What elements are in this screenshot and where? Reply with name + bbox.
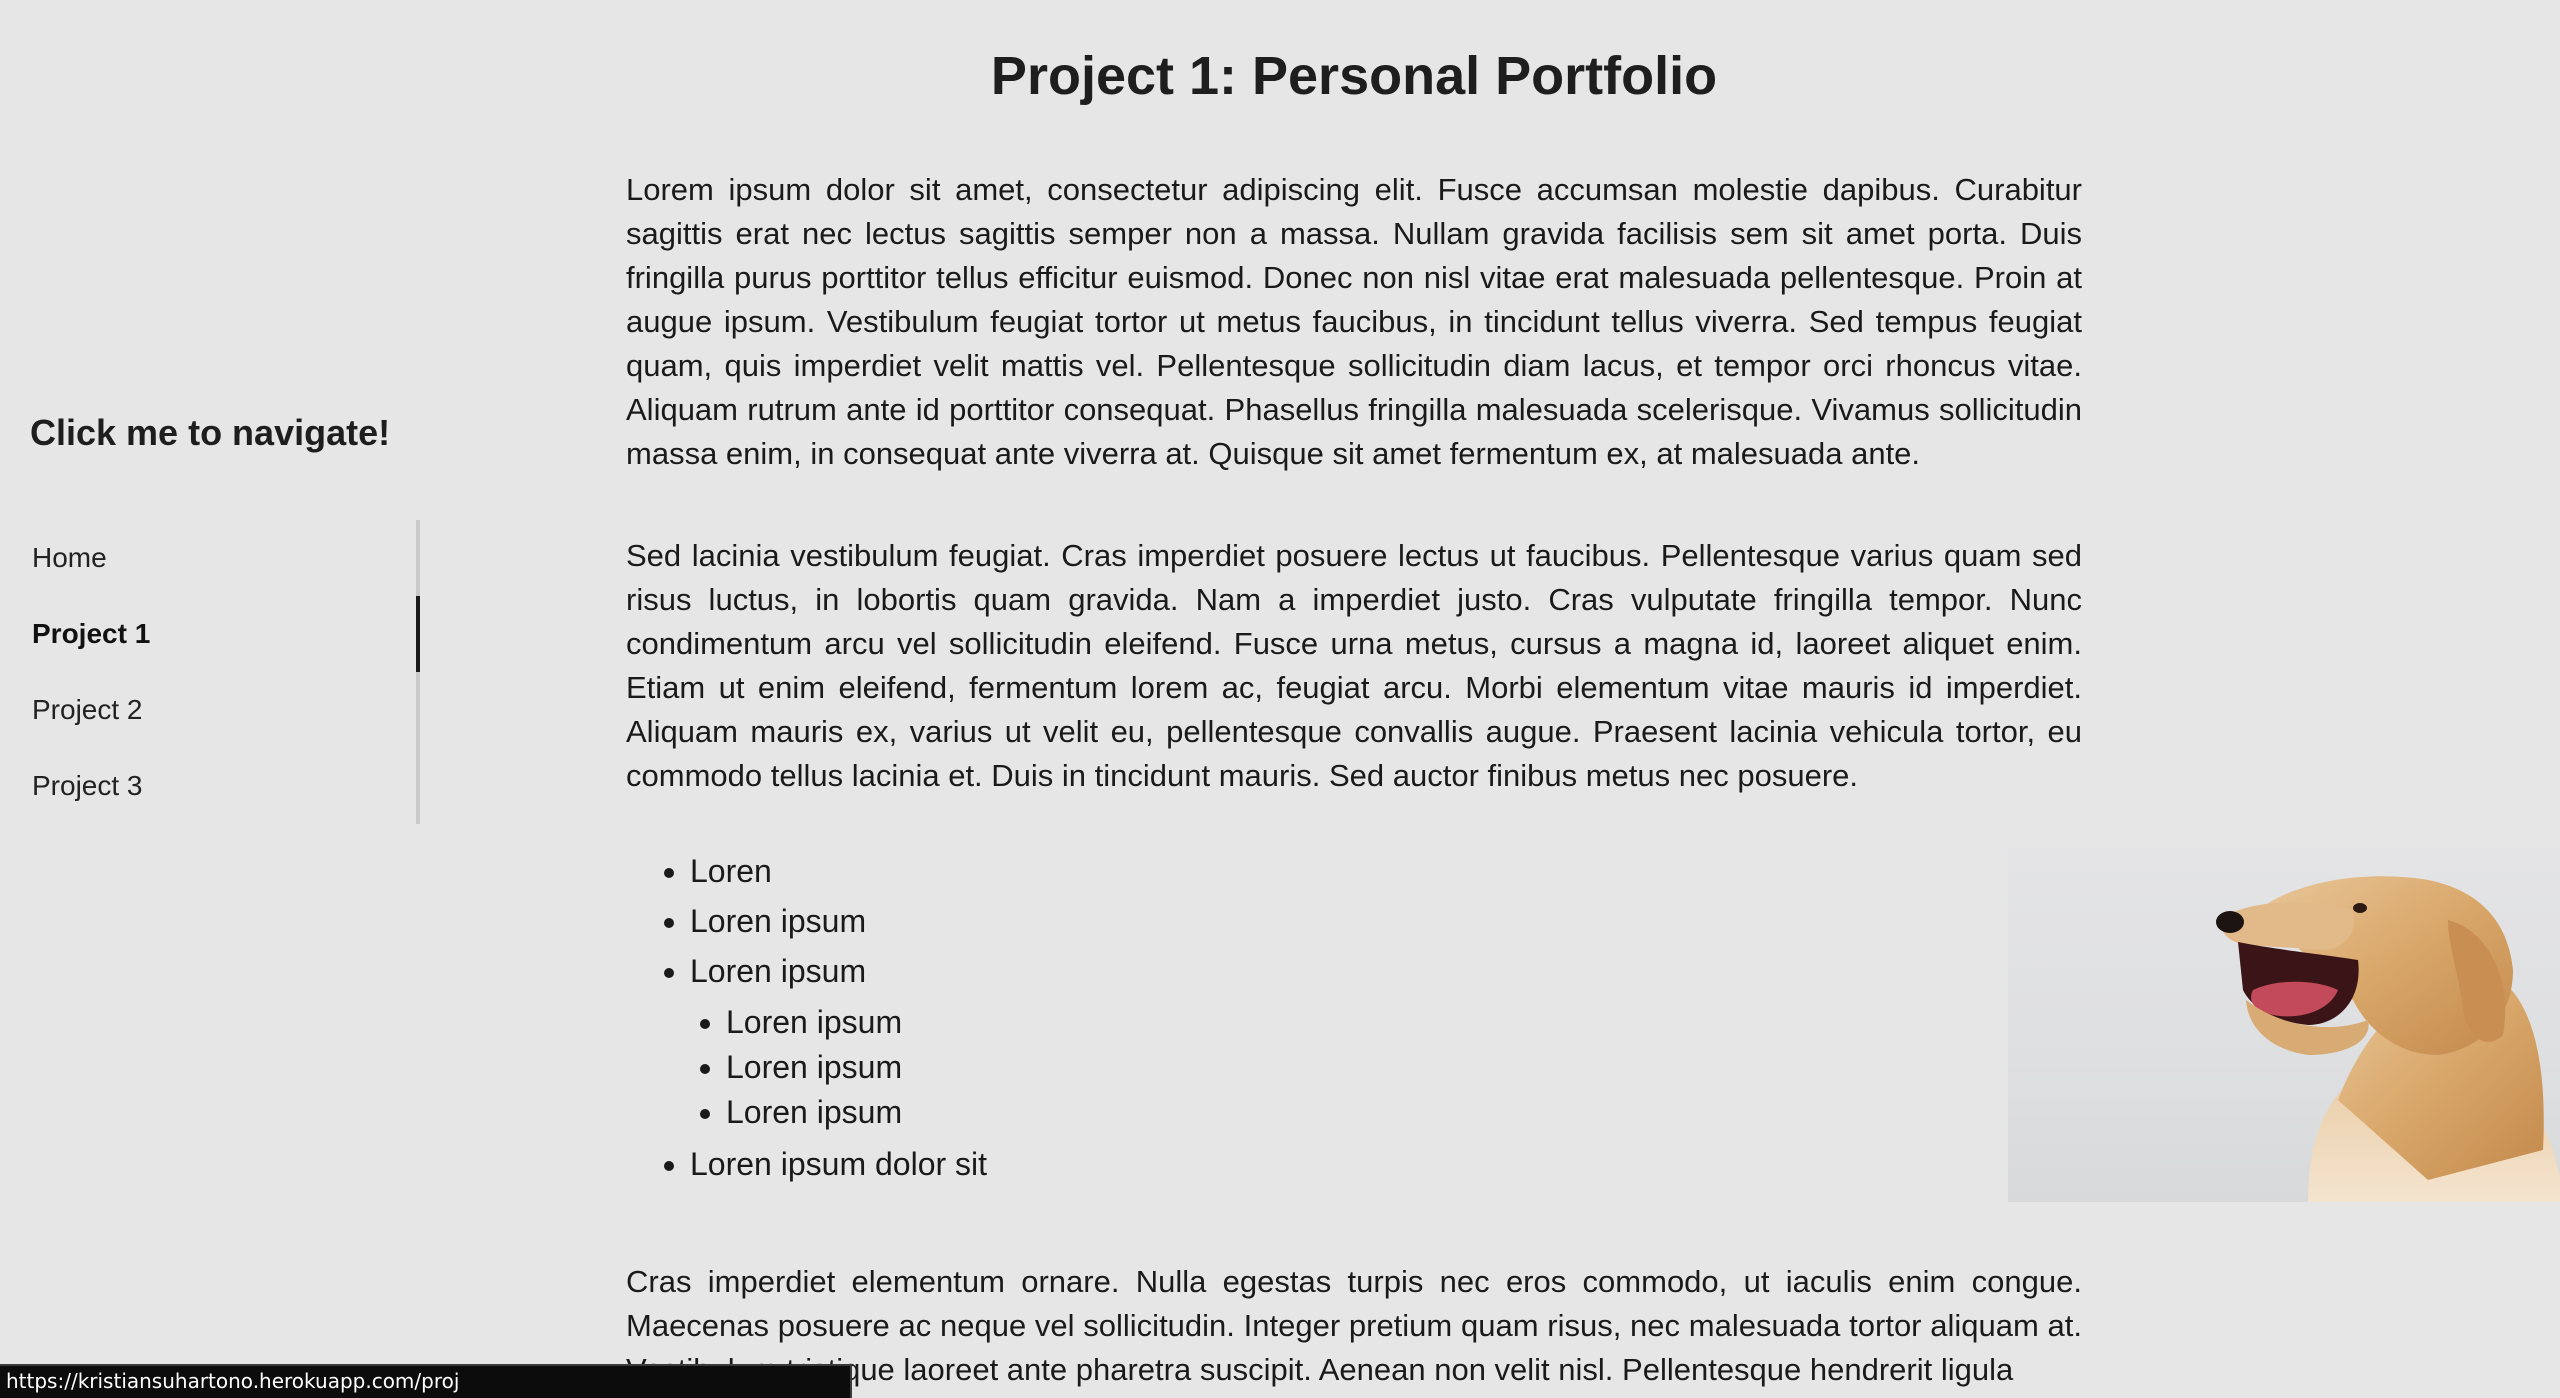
dog-photo [2008,850,2560,1202]
main-content: Project 1: Personal Portfolio Lorem ipsu… [626,0,2560,1387]
nav-item-project-1[interactable]: Project 1 [0,596,420,672]
nav-item-home[interactable]: Home [0,520,416,596]
list-item: Loren [690,846,987,896]
list-item: Loren ipsum Loren ipsum Loren ipsum Lore… [690,946,987,1135]
list-item-label: Loren ipsum [690,953,867,989]
bullet-list: Loren Loren ipsum Loren ipsum Loren ipsu… [626,846,987,1189]
nav-item-project-3[interactable]: Project 3 [0,748,416,824]
page-title: Project 1: Personal Portfolio [990,46,1718,106]
nav-list: Home Project 1 Project 2 Project 3 [0,520,420,824]
nested-list-item: Loren ipsum [726,1000,987,1045]
nav-item-project-2[interactable]: Project 2 [0,672,416,748]
paragraph-1: Lorem ipsum dolor sit amet, consectetur … [626,172,2082,471]
nested-list-item: Loren ipsum [726,1045,987,1090]
nested-list-item: Loren ipsum [726,1090,987,1135]
sidebar: Click me to navigate! Home Project 1 Pro… [0,0,420,1398]
yawning-dog-illustration [2216,876,2560,1202]
list-item: Loren ipsum dolor sit [690,1139,987,1189]
list-item: Loren ipsum [690,896,987,946]
paragraph-2: Sed lacinia vestibulum feugiat. Cras imp… [626,538,2082,793]
nav-title[interactable]: Click me to navigate! [30,412,390,454]
nested-list: Loren ipsum Loren ipsum Loren ipsum [690,1000,987,1135]
status-bar-url: https://kristiansuhartono.herokuapp.com/… [0,1364,852,1398]
